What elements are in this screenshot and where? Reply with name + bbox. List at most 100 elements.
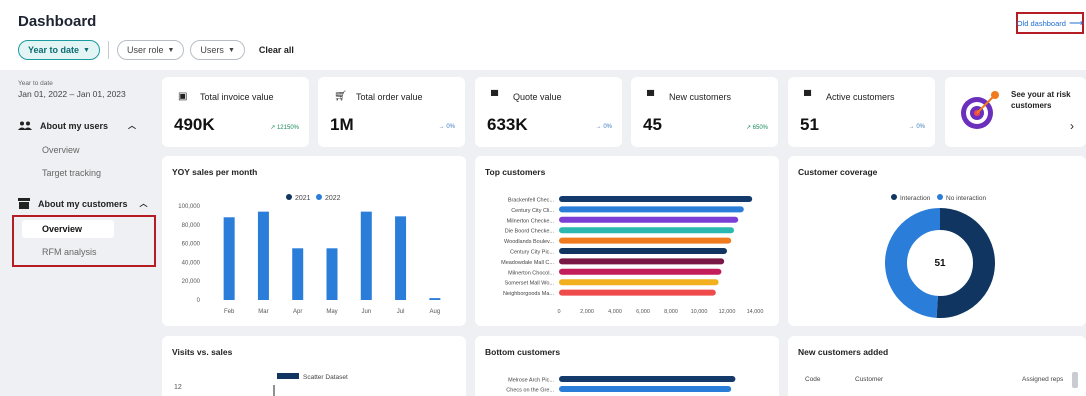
x-tick-label: 12,000 xyxy=(719,309,736,315)
customer-bar xyxy=(559,206,744,213)
yoy-sales-card: YOY sales per month 2021 2022 100,000 80,… xyxy=(162,156,466,326)
at-risk-line2: customers xyxy=(1011,101,1052,110)
bar-category-label: Neighborgoods Ma... xyxy=(503,291,555,297)
legend-label-interaction: Interaction xyxy=(900,195,931,202)
bar-2022-jul xyxy=(395,216,407,300)
customer-bar xyxy=(559,386,732,392)
kpi-value: 633K xyxy=(487,115,528,134)
x-tick-label: Aug xyxy=(430,309,441,315)
nav-item-users-overview[interactable]: Overview xyxy=(42,145,80,155)
customer-bar xyxy=(559,216,739,223)
at-risk-text: See your at risk customers xyxy=(1011,89,1071,111)
page-title: Dashboard xyxy=(18,13,97,30)
legend-label-scatter: Scatter Dataset xyxy=(303,374,348,381)
donut-center-label: 51 xyxy=(934,258,946,269)
bar-category-label: Brackenfell Chec... xyxy=(508,198,555,204)
nav-group-label: About my users xyxy=(40,120,109,131)
bar-category-label: Century City Cli... xyxy=(511,208,554,214)
customer-bar xyxy=(559,268,722,275)
bar-category-label: Somerset Mall Wo... xyxy=(505,281,555,287)
legend-swatch-2022 xyxy=(316,194,322,200)
caret-down-icon: ▼ xyxy=(83,46,90,54)
x-tick-label: 2,000 xyxy=(580,309,594,315)
kpi-value: 1M xyxy=(330,115,354,134)
bottom-customers-card: Bottom customers Melrose Arch Pic... Chec… xyxy=(475,336,779,396)
customer-bar xyxy=(559,289,716,296)
x-tick-label: Apr xyxy=(293,309,302,315)
bar-2022-may xyxy=(326,248,338,300)
visits-vs-sales-card: Visits vs. sales Scatter Dataset 12 xyxy=(162,336,466,396)
bar-category-label: Melrose Arch Pic... xyxy=(508,378,554,384)
column-header-customer[interactable]: Customer xyxy=(855,376,883,383)
x-tick-label: 14,000 xyxy=(747,309,764,315)
kpi-label: New customers xyxy=(669,92,732,102)
old-dashboard-label: Old dashboard xyxy=(1016,18,1066,28)
legend-label-no-interaction: No interaction xyxy=(946,195,986,202)
bottom-customers-chart: Melrose Arch Pic... Checs on the Gre... xyxy=(506,376,736,394)
customer-bar xyxy=(559,227,734,234)
legend-swatch-interaction xyxy=(891,194,897,200)
kpi-delta-value: 650% xyxy=(752,125,768,131)
bar-2022-mar xyxy=(257,211,269,300)
range-caption: Year to date xyxy=(18,80,53,87)
bar-2022-apr xyxy=(292,248,304,300)
highlight-box xyxy=(12,215,156,267)
kpi-delta-value: 0% xyxy=(916,124,925,130)
y-tick-label: 100,000 xyxy=(178,204,200,210)
bar-2022-jun xyxy=(360,211,372,300)
nav-group-about-my-customers[interactable]: About my customers ︿ xyxy=(18,198,148,209)
at-risk-customers-card[interactable]: See your at risk customers › xyxy=(945,77,1086,147)
nav-group-about-my-users[interactable]: About my users ︿ xyxy=(18,120,136,131)
column-header-code[interactable]: Code xyxy=(805,376,821,383)
customer-coverage-card: Customer coverage Interaction No interac… xyxy=(788,156,1086,326)
legend-label-2022: 2022 xyxy=(325,195,341,202)
kpi-card-active-customers[interactable]: ▀ Active customers 51 → 0% xyxy=(788,77,935,147)
kpi-card-total-order[interactable]: 🛒︎ Total order value 1M → 0% xyxy=(318,77,465,147)
kpi-delta-value: 12150% xyxy=(276,125,299,131)
top-customers-chart: Brackenfell Chec... Century City Cli... Mi… xyxy=(501,196,764,315)
customer-bar xyxy=(559,237,732,244)
arrow-right-icon: ⟶ xyxy=(1068,17,1084,29)
old-dashboard-link[interactable]: Old dashboard ⟶ xyxy=(1016,12,1084,34)
kpi-delta: → 0% xyxy=(908,124,925,130)
donut-slice-no-interaction xyxy=(885,208,941,318)
kpi-delta-value: 0% xyxy=(446,124,455,130)
x-tick-label: 10,000 xyxy=(691,309,708,315)
legend-label-2021: 2021 xyxy=(295,195,311,202)
clear-all-button[interactable]: Clear all xyxy=(259,45,294,55)
store-icon: ▀ xyxy=(804,91,812,102)
bar-category-label: Milnerton Chocol... xyxy=(508,270,554,276)
store-icon: ▀ xyxy=(647,91,655,102)
yoy-sales-chart: 2021 2022 100,000 80,000 60,000 40,000 20,00… xyxy=(178,194,441,315)
year-to-date-filter[interactable]: Year to date ▼ xyxy=(18,40,100,60)
user-role-filter[interactable]: User role ▼ xyxy=(116,40,185,60)
customer-bar xyxy=(559,196,753,202)
date-range: Jan 01, 2022 – Jan 01, 2023 xyxy=(18,89,126,99)
users-filter[interactable]: Users ▼ xyxy=(190,40,245,60)
caret-down-icon: ▼ xyxy=(227,46,235,54)
nav-item-target-tracking[interactable]: Target tracking xyxy=(42,168,101,178)
kpi-label: Quote value xyxy=(513,92,562,102)
customer-bar xyxy=(559,258,725,265)
customer-coverage-chart: Interaction No interaction 51 xyxy=(885,194,995,318)
kpi-card-quote-value[interactable]: ▀ Quote value 633K → 0% xyxy=(475,77,622,147)
at-risk-line1: See your at risk xyxy=(1011,90,1071,99)
column-header-assigned-reps[interactable]: Assigned reps xyxy=(1022,376,1063,383)
kpi-delta: → 0% xyxy=(438,124,455,130)
legend-swatch-2021 xyxy=(286,194,292,200)
scrollbar[interactable] xyxy=(1072,372,1078,388)
new-customers-card: New customers added Code Customer Assign… xyxy=(788,336,1086,396)
x-tick-label: 4,000 xyxy=(608,309,622,315)
y-tick-label: 0 xyxy=(197,298,201,304)
kpi-card-total-invoice[interactable]: ▣ Total invoice value 490K ↗ 12150% xyxy=(162,77,309,147)
bar-category-label: Checs on the Gre... xyxy=(506,388,554,394)
kpi-value: 490K xyxy=(174,115,215,134)
filter-label: Users xyxy=(200,45,224,55)
kpi-card-new-customers[interactable]: ▀ New customers 45 ↗ 650% xyxy=(631,77,778,147)
filter-label: User role xyxy=(126,45,164,55)
y-tick-label: 12 xyxy=(174,384,182,391)
bar-2022-feb xyxy=(223,217,235,300)
kpi-label: Active customers xyxy=(826,92,895,102)
y-tick-label: 40,000 xyxy=(182,260,201,266)
bar-category-label: Century City Pic... xyxy=(510,250,554,256)
